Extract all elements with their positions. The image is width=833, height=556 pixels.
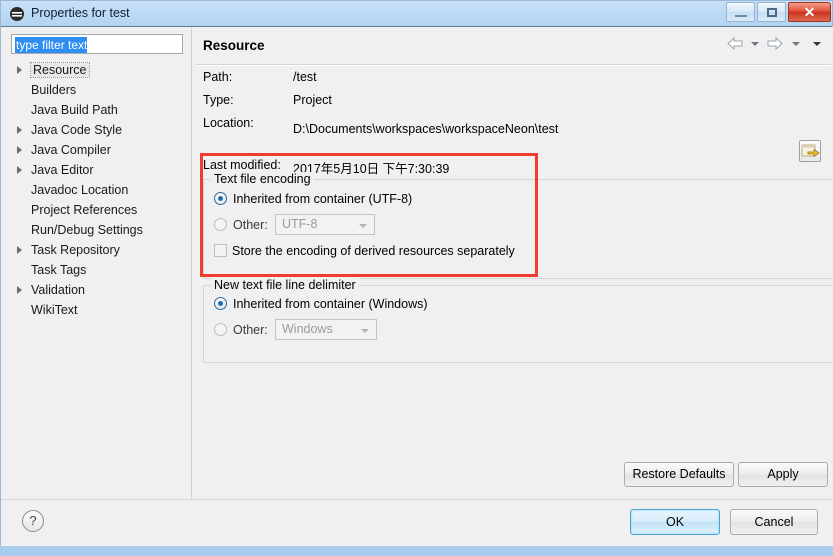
delimiter-other-combo-value: Windows: [282, 322, 333, 336]
settings-tree[interactable]: Resource Builders Java Build Path Java Code…: [11, 60, 183, 490]
view-menu-icon[interactable]: [811, 38, 823, 50]
sidebar-item-label: Javadoc Location: [31, 183, 129, 197]
location-value: D:\Documents\workspaces\workspaceNeon\te…: [293, 122, 559, 136]
delimiter-other-label: Other:: [233, 323, 268, 337]
sidebar-item-label: Java Build Path: [31, 103, 118, 117]
chevron-right-icon[interactable]: [17, 286, 22, 294]
delimiter-other-combo[interactable]: Windows: [275, 319, 377, 340]
restore-defaults-button[interactable]: Restore Defaults: [624, 462, 734, 487]
settings-tree-panel: type filter text Resource Builders Java Bu…: [1, 27, 191, 499]
eclipse-icon: [10, 7, 24, 21]
edit-location-button[interactable]: [799, 140, 821, 162]
forward-dropdown-icon[interactable]: [790, 38, 802, 50]
chevron-right-icon[interactable]: [17, 166, 22, 174]
sidebar-item-label: Task Repository: [31, 243, 120, 257]
filter-input-value: type filter text: [15, 37, 88, 53]
encoding-inherited-radio[interactable]: [214, 192, 227, 205]
sidebar-item-validation[interactable]: Validation: [11, 280, 183, 300]
back-dropdown-icon[interactable]: [749, 38, 761, 50]
close-icon: ✕: [803, 4, 816, 20]
chevron-right-icon[interactable]: [17, 146, 22, 154]
cancel-button[interactable]: Cancel: [730, 509, 818, 535]
sidebar-item-task-repository[interactable]: Task Repository: [11, 240, 183, 260]
sidebar-item-label: Java Compiler: [31, 143, 111, 157]
sidebar-item-java-editor[interactable]: Java Editor: [11, 160, 183, 180]
chevron-down-icon: [359, 224, 367, 228]
dialog-body: type filter text Resource Builders Java Bu…: [1, 27, 833, 499]
maximize-icon: [767, 8, 777, 17]
minimize-button[interactable]: [726, 2, 755, 22]
sidebar-item-label: Run/Debug Settings: [31, 223, 143, 237]
delimiter-inherited-radio-row[interactable]: Inherited from container (Windows): [214, 297, 428, 311]
help-icon[interactable]: ?: [22, 510, 44, 532]
sidebar-item-run-debug-settings[interactable]: Run/Debug Settings: [11, 220, 183, 240]
sidebar-item-project-references[interactable]: Project References: [11, 200, 183, 220]
encoding-other-combo[interactable]: UTF-8: [275, 214, 375, 235]
close-button[interactable]: ✕: [788, 2, 831, 22]
path-label: Path:: [203, 70, 233, 84]
sidebar-item-label: Project References: [31, 203, 138, 217]
sidebar-item-wikitext[interactable]: WikiText: [11, 300, 183, 320]
type-label: Type:: [203, 93, 234, 107]
apply-button[interactable]: Apply: [738, 462, 828, 487]
sidebar-item-label: Java Editor: [31, 163, 94, 177]
filter-input[interactable]: type filter text: [11, 34, 183, 54]
forward-arrow-icon[interactable]: [767, 37, 784, 51]
delimiter-other-radio[interactable]: [214, 323, 227, 336]
properties-dialog-window: Properties for test ✕ type filter text R…: [0, 0, 833, 546]
encoding-inherited-label: Inherited from container (UTF-8): [233, 192, 413, 206]
delimiter-other-radio-row[interactable]: Other:: [214, 323, 268, 337]
chevron-down-icon: [361, 329, 369, 333]
sidebar-item-builders[interactable]: Builders: [11, 80, 183, 100]
ok-button[interactable]: OK: [630, 509, 720, 535]
resource-page-panel: Resource Path: /test Type: Project Locat…: [192, 27, 833, 499]
minimize-icon: [735, 15, 747, 17]
sidebar-item-java-code-style[interactable]: Java Code Style: [11, 120, 183, 140]
store-derived-checkbox[interactable]: [214, 244, 227, 257]
encoding-inherited-radio-row[interactable]: Inherited from container (UTF-8): [214, 192, 412, 206]
delimiter-inherited-radio[interactable]: [214, 297, 227, 310]
type-value: Project: [293, 93, 332, 107]
sidebar-item-label: Builders: [31, 83, 77, 97]
dialog-footer: ? OK Cancel: [1, 499, 833, 546]
sidebar-item-label: Java Code Style: [31, 123, 123, 137]
sidebar-item-javadoc-location[interactable]: Javadoc Location: [11, 180, 183, 200]
text-file-encoding-legend: Text file encoding: [211, 172, 314, 186]
encoding-other-radio-row[interactable]: Other:: [214, 218, 268, 232]
chevron-right-icon[interactable]: [17, 126, 22, 134]
line-delimiter-legend: New text file line delimiter: [211, 278, 359, 292]
edit-location-icon: [801, 144, 820, 158]
sidebar-item-java-compiler[interactable]: Java Compiler: [11, 140, 183, 160]
location-label: Location:: [203, 116, 254, 130]
window-title: Properties for test: [31, 6, 130, 20]
sidebar-item-task-tags[interactable]: Task Tags: [11, 260, 183, 280]
store-derived-check-row[interactable]: Store the encoding of derived resources …: [214, 244, 515, 258]
chevron-right-icon[interactable]: [17, 246, 22, 254]
sidebar-item-label: WikiText: [31, 303, 78, 317]
path-value: /test: [293, 70, 317, 84]
delimiter-inherited-label: Inherited from container (Windows): [233, 297, 428, 311]
title-bar: Properties for test ✕: [1, 1, 832, 27]
page-title: Resource: [203, 38, 265, 53]
encoding-other-radio[interactable]: [214, 218, 227, 231]
last-modified-label: Last modified:: [203, 158, 281, 172]
sidebar-item-resource[interactable]: Resource: [11, 60, 183, 80]
store-derived-label: Store the encoding of derived resources …: [232, 244, 515, 258]
encoding-other-combo-value: UTF-8: [282, 217, 318, 231]
sidebar-item-java-build-path[interactable]: Java Build Path: [11, 100, 183, 120]
sidebar-item-label: Resource: [30, 62, 90, 78]
maximize-button[interactable]: [757, 2, 786, 22]
back-arrow-icon[interactable]: [726, 37, 743, 51]
chevron-right-icon[interactable]: [17, 66, 22, 74]
sidebar-item-label: Validation: [31, 283, 85, 297]
last-modified-value: 2017年5月10日 下午7:30:39: [293, 162, 450, 176]
encoding-other-label: Other:: [233, 218, 268, 232]
page-nav-bar: [726, 36, 826, 56]
sidebar-item-label: Task Tags: [31, 263, 87, 277]
title-separator: [195, 64, 831, 66]
